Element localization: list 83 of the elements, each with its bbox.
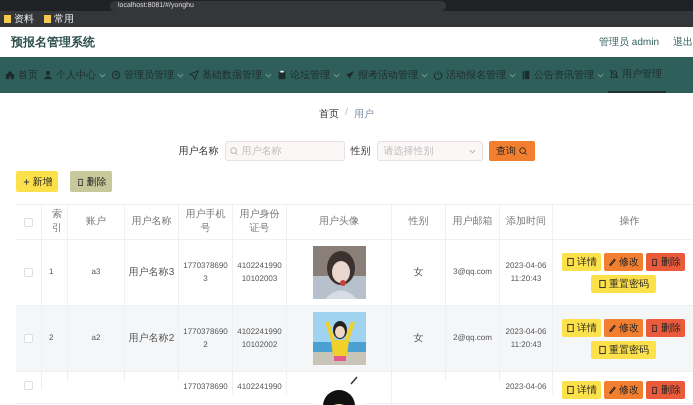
column-header: 用户名称 — [130, 215, 172, 229]
search-button[interactable]: 查询 — [488, 141, 534, 161]
column-header: 添加时间 — [505, 215, 547, 229]
bookmark[interactable]: 常用 — [44, 12, 74, 26]
checkbox[interactable] — [24, 381, 33, 390]
checkbox[interactable] — [24, 334, 33, 343]
table-cell-text: 用户名称3 — [128, 266, 176, 280]
power-icon — [433, 70, 443, 80]
column-header: 用户手机号 — [184, 208, 226, 236]
pencil-icon — [608, 385, 617, 395]
pencil-icon — [608, 322, 617, 332]
reset-password-button[interactable]: 重置密码 — [591, 340, 656, 358]
column-header: 用户头像 — [318, 215, 360, 229]
search-field[interactable]: 用户名称 — [224, 141, 344, 161]
add-button[interactable]: 新增 — [16, 171, 58, 192]
table-cell-text: 4102241990 — [237, 381, 282, 393]
doc-icon — [598, 344, 607, 354]
table-cell-text: 2@qq.com — [452, 332, 493, 344]
doc-icon — [566, 322, 575, 332]
table-cell-text: 1 — [48, 266, 54, 278]
doc-icon — [566, 256, 575, 266]
breadcrumb-item[interactable]: 首页 — [319, 107, 340, 121]
table-cell-text: 17703786902 — [182, 326, 229, 350]
table-cell-text: 女 — [412, 266, 424, 280]
edit-button[interactable]: 修改 — [604, 252, 643, 270]
bookmark[interactable]: 资料 — [4, 12, 34, 26]
bell-off-icon — [609, 69, 619, 79]
clock-icon — [111, 70, 121, 80]
table-cell-text: 2023-04-06 — [504, 381, 548, 393]
table-cell-text: 3@qq.com — [452, 266, 493, 278]
trash-icon — [76, 176, 84, 186]
breadcrumb-separator: / — [345, 107, 348, 120]
table-cell-text: a2 — [90, 332, 102, 344]
table-cell-text: 女 — [412, 332, 424, 346]
table-cell-text: 17703786903 — [182, 260, 229, 284]
field-label: 性别 — [350, 144, 370, 158]
home-icon — [5, 70, 15, 80]
column-header: 用户邮箱 — [452, 215, 494, 229]
app-title: 预报名管理系统 — [11, 34, 96, 50]
trash-icon — [650, 256, 659, 266]
delete-button[interactable]: 删除 — [646, 252, 685, 270]
table-cell-text: 2023-04-06 11:20:43 — [504, 260, 548, 284]
doc-icon — [598, 278, 607, 288]
chevron-down-icon — [468, 148, 476, 154]
column-header: 操作 — [618, 215, 640, 229]
column-header: 索引 — [51, 208, 63, 236]
delete-button[interactable]: 删除 — [646, 381, 685, 399]
breadcrumb-item: 用户 — [354, 108, 374, 121]
column-header: 账户 — [85, 215, 107, 229]
reset-password-button[interactable]: 重置密码 — [591, 274, 656, 292]
pencil-icon — [608, 256, 617, 266]
table-cell-text: 2 — [48, 332, 54, 344]
table-cell-text: 2023-04-06 11:20:43 — [504, 326, 548, 350]
delete-button[interactable]: 删除 — [70, 171, 112, 192]
paper-plane-icon — [345, 70, 355, 80]
send-icon — [189, 70, 199, 80]
checkbox[interactable] — [24, 268, 33, 277]
book-icon — [521, 70, 531, 80]
logout-link[interactable]: 退出 — [673, 35, 693, 49]
checkbox[interactable] — [24, 218, 33, 226]
trash-icon — [650, 385, 659, 395]
delete-button[interactable]: 删除 — [646, 318, 685, 336]
search-icon — [519, 147, 527, 155]
clipboard-icon — [277, 70, 287, 80]
edit-button[interactable]: 修改 — [604, 381, 643, 399]
details-button[interactable]: 详情 — [562, 252, 601, 270]
plus-icon — [22, 176, 30, 186]
column-header: 用户身份证号 — [238, 208, 280, 236]
table-cell-text: 410224199010102002 — [236, 326, 283, 350]
table-cell-text: 用户名称2 — [128, 332, 176, 346]
field-label: 用户名称 — [178, 144, 218, 158]
trash-icon — [650, 322, 659, 332]
edit-button[interactable]: 修改 — [604, 318, 643, 336]
user-label: 管理员 admin — [598, 36, 659, 49]
column-header: 性别 — [407, 215, 430, 229]
details-button[interactable]: 详情 — [562, 381, 601, 399]
table-cell-text: 410224199010102003 — [236, 260, 283, 284]
details-button[interactable]: 详情 — [562, 318, 601, 336]
table-cell-text: 1770378690 — [183, 381, 228, 393]
doc-icon — [566, 385, 575, 395]
search-icon — [230, 147, 238, 155]
person-icon — [43, 70, 53, 80]
table-cell-text: a3 — [90, 266, 102, 278]
